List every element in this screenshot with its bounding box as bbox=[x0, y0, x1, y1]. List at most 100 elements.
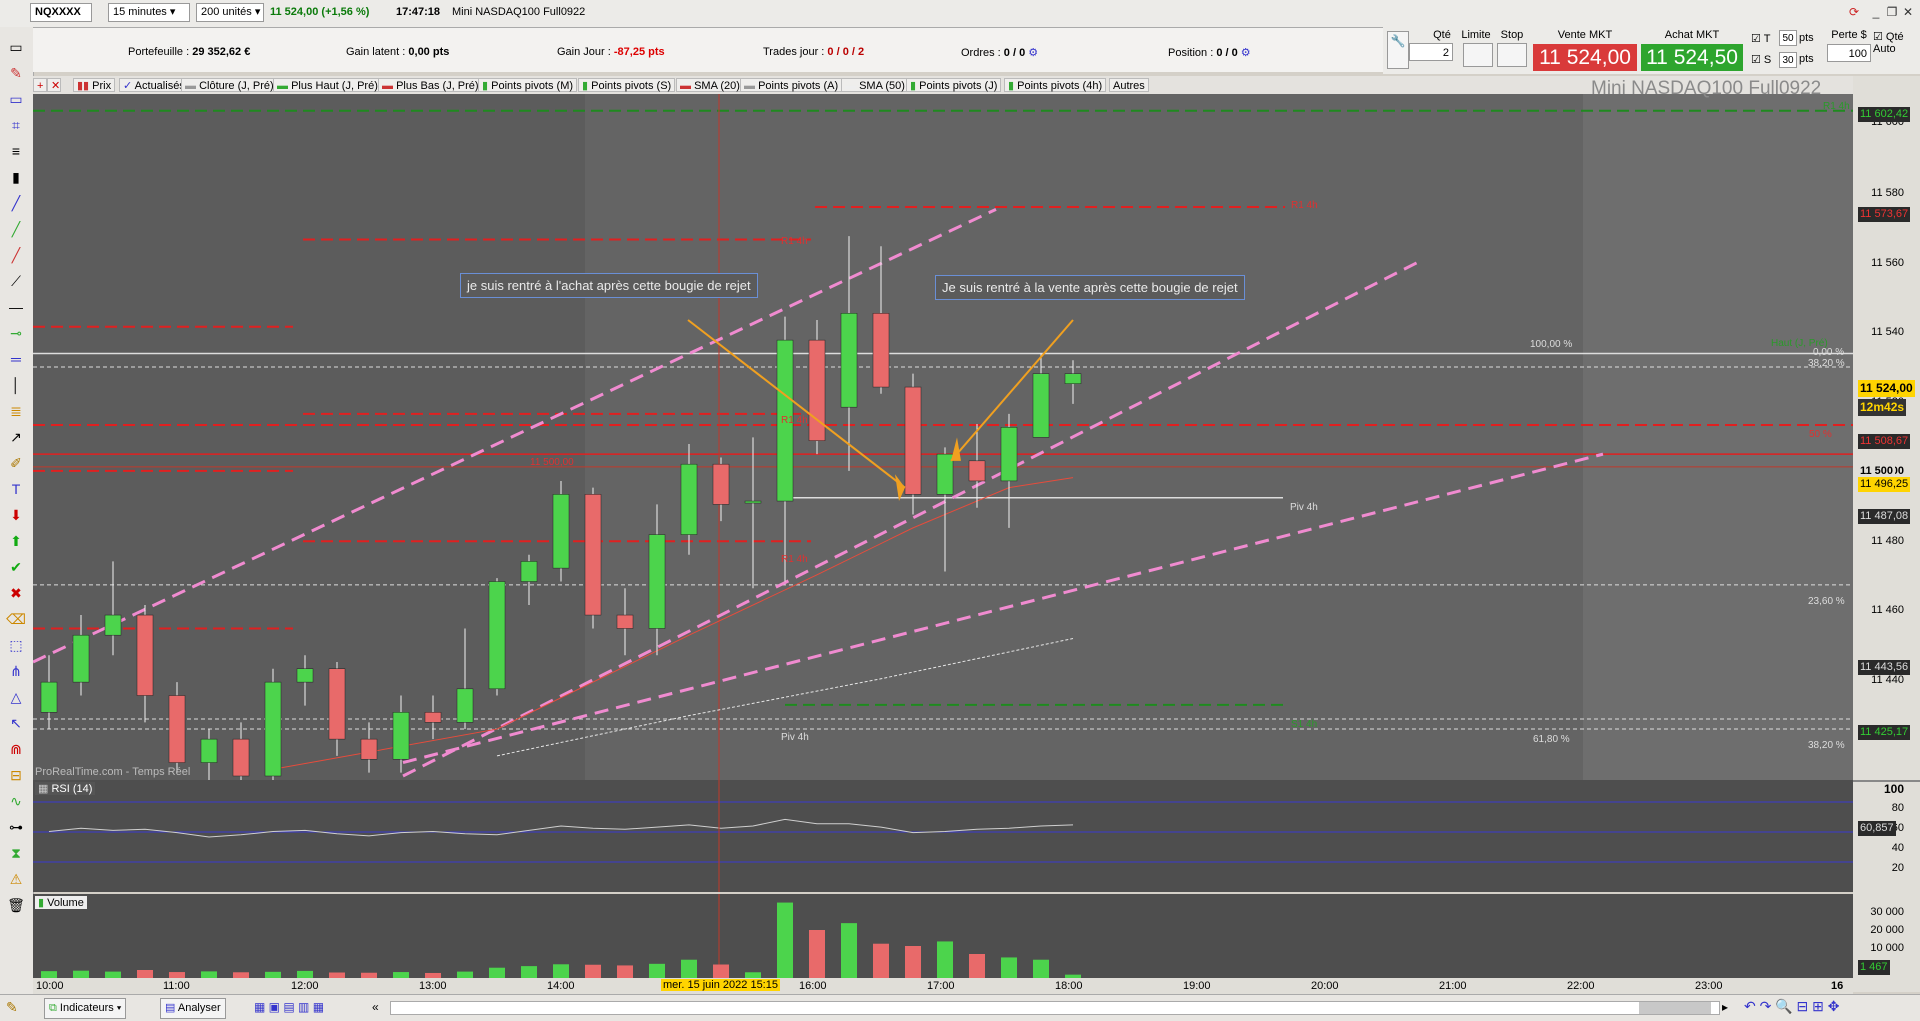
trendline-green-icon[interactable]: ╱ bbox=[6, 219, 26, 239]
scroll-left-icon[interactable]: « bbox=[372, 1000, 379, 1014]
arrow-up-icon[interactable]: ⬆ bbox=[6, 531, 26, 551]
refresh-icon[interactable]: ⟳ bbox=[1846, 4, 1862, 20]
buy-market-button[interactable]: 11 524,50 bbox=[1641, 44, 1743, 71]
scroll-right-icon[interactable]: ▸ bbox=[1722, 1000, 1728, 1014]
minimize-icon[interactable]: _ bbox=[1868, 4, 1884, 20]
vertical-line-icon[interactable]: │ bbox=[6, 375, 26, 395]
time-label: 18:00 bbox=[1055, 980, 1083, 992]
ruler-icon[interactable]: ▭ bbox=[6, 37, 26, 57]
limit-order-button[interactable] bbox=[1463, 43, 1493, 67]
horizontal-line-icon[interactable]: — bbox=[6, 297, 26, 317]
arrow-down-icon[interactable]: ⬇ bbox=[6, 505, 26, 525]
qty-input[interactable]: 2 bbox=[1409, 43, 1453, 61]
pitchfork-icon[interactable]: ⋔ bbox=[6, 661, 26, 681]
restore-icon[interactable]: ❐ bbox=[1884, 4, 1900, 20]
candle-tool-icon[interactable]: ⧗ bbox=[6, 843, 26, 863]
tab-pivots-m[interactable]: ▮ Points pivots (M) bbox=[478, 78, 578, 92]
settings-icon[interactable]: 🔧 bbox=[1387, 31, 1409, 69]
tag-r1: 11 573,67 bbox=[1858, 207, 1911, 222]
volume-bar bbox=[73, 970, 89, 978]
tab-plus-bas[interactable]: ▬ Plus Bas (J, Pré) bbox=[378, 78, 483, 92]
volume-label[interactable]: ▮ Volume bbox=[35, 896, 87, 909]
annotation-sell[interactable]: Je suis rentré à la vente après cette bo… bbox=[935, 275, 1245, 300]
channel-icon[interactable]: ═ bbox=[6, 349, 26, 369]
price-chart[interactable]: + ✕ ▮▮ Prix ✓ Actualisés ▬ Clôture (J, P… bbox=[33, 76, 1853, 780]
annotation-buy[interactable]: je suis rentré à l'achat après cette bou… bbox=[460, 273, 758, 298]
tab-prix[interactable]: ▮▮ Prix bbox=[73, 78, 116, 92]
add-indicator-icon[interactable]: + bbox=[33, 78, 47, 92]
eraser-icon[interactable]: ⌫ bbox=[6, 609, 26, 629]
tab-pivots-j[interactable]: ▮ Points pivots (J) bbox=[906, 78, 1002, 92]
trendline-red-icon[interactable]: ╱ bbox=[6, 245, 26, 265]
remove-indicator-icon[interactable]: ✕ bbox=[47, 78, 61, 92]
nav-icons[interactable]: ↶ ↷ 🔍 ⊟ ⊞ ✥ bbox=[1744, 998, 1840, 1015]
time-label: 19:00 bbox=[1183, 980, 1211, 992]
toolbar-icons[interactable]: ▦ ▣ ▤ ▥ ▦ bbox=[254, 1000, 324, 1014]
tab-pivots-s[interactable]: ▮ Points pivots (S) bbox=[578, 78, 676, 92]
pencil-icon[interactable]: ✎ bbox=[6, 999, 18, 1016]
rsi-label[interactable]: ▦ RSI (14) bbox=[35, 782, 96, 795]
bar-chart-icon[interactable]: ▮ bbox=[6, 167, 26, 187]
close-icon[interactable]: ✕ bbox=[1900, 4, 1916, 20]
ordres[interactable]: Ordres : 0 / 0 ⚙ bbox=[961, 46, 1038, 59]
link-icon[interactable]: ⊶ bbox=[6, 817, 26, 837]
line-tool-icon[interactable]: ╱ bbox=[6, 193, 26, 213]
zoom-box-icon[interactable]: ⬚ bbox=[6, 635, 26, 655]
cursor-icon[interactable]: ↖ bbox=[6, 713, 26, 733]
symbol-selector[interactable]: NQXXXX bbox=[30, 3, 92, 22]
magnet-icon[interactable]: ⋒ bbox=[6, 739, 26, 759]
fibonacci-icon[interactable]: ≡ bbox=[6, 141, 26, 161]
horizontal-green-icon[interactable]: ⊸ bbox=[6, 323, 26, 343]
tab-sma20[interactable]: ▬ SMA (20) bbox=[676, 78, 744, 92]
volume-panel[interactable]: ▮ Volume bbox=[33, 894, 1853, 978]
tab-actualises[interactable]: ✓ Actualisés bbox=[119, 78, 189, 92]
sell-market-button[interactable]: 11 524,00 bbox=[1533, 44, 1637, 71]
tag-rsi-value: 60,857 bbox=[1858, 821, 1896, 836]
instrument-name: Mini NASDAQ100 Full0922 bbox=[452, 6, 586, 18]
tab-pivots-4h[interactable]: ▮ Points pivots (4h) bbox=[1004, 78, 1107, 92]
segment-icon[interactable]: ⟋ bbox=[6, 271, 26, 291]
wave-icon[interactable]: ∿ bbox=[6, 791, 26, 811]
analyser-button[interactable]: ▤ Analyser bbox=[160, 998, 226, 1019]
stop-order-button[interactable] bbox=[1497, 43, 1527, 67]
trash-icon[interactable]: 🗑 bbox=[6, 895, 26, 915]
triangle-icon[interactable]: △ bbox=[6, 687, 26, 707]
t-checkbox[interactable]: ☑ T bbox=[1751, 32, 1770, 45]
units-selector[interactable]: 200 unités ▾ bbox=[196, 3, 264, 22]
tab-cloture[interactable]: ▬ Clôture (J, Pré) bbox=[181, 78, 278, 92]
label-s1-4h: S1 4h bbox=[1291, 719, 1318, 730]
s-checkbox[interactable]: ☑ S bbox=[1751, 53, 1771, 66]
label-fib-382: 38,20 % bbox=[1808, 358, 1845, 369]
rsi-panel[interactable]: ▦ RSI (14) bbox=[33, 780, 1853, 892]
qte-auto-input[interactable]: 100 bbox=[1827, 44, 1871, 62]
tab-pivots-a[interactable]: ▬ Points pivots (A) bbox=[740, 78, 843, 92]
lock-icon[interactable]: ⊟ bbox=[6, 765, 26, 785]
arrow-icon[interactable]: ↗ bbox=[6, 427, 26, 447]
interval-selector[interactable]: 15 minutes ▾ bbox=[108, 3, 190, 22]
candle bbox=[584, 487, 602, 629]
pencil-icon[interactable]: ✎ bbox=[6, 63, 26, 83]
position[interactable]: Position : 0 / 0 ⚙ bbox=[1168, 46, 1251, 59]
brush-icon[interactable]: ✐ bbox=[6, 453, 26, 473]
axis-label: 11 440 bbox=[1871, 674, 1904, 686]
level-icon[interactable]: ≣ bbox=[6, 401, 26, 421]
rectangle-icon[interactable]: ▭ bbox=[6, 89, 26, 109]
drawing-toolbar: ▭ ✎ ▭ ⌗ ≡ ▮ ╱ ╱ ╱ ⟋ — ⊸ ═ │ ≣ ↗ ✐ T ⬇ ⬆ … bbox=[0, 27, 34, 1020]
crop-icon[interactable]: ⌗ bbox=[6, 115, 26, 135]
tab-plus-haut[interactable]: ▬ Plus Haut (J, Pré) bbox=[273, 78, 382, 92]
time-scrollbar[interactable] bbox=[390, 1001, 1720, 1015]
volume-bar bbox=[137, 970, 153, 978]
check-icon[interactable]: ✔ bbox=[6, 557, 26, 577]
volume-bar bbox=[713, 964, 729, 978]
tab-autres[interactable]: Autres bbox=[1109, 78, 1149, 92]
t-input[interactable]: 50 bbox=[1779, 30, 1797, 46]
scrollbar-thumb[interactable] bbox=[1639, 1002, 1711, 1014]
time-axis[interactable]: 10:00 11:00 12:00 13:00 14:00 16:00 17:0… bbox=[33, 978, 1853, 994]
qte-auto-checkbox[interactable]: ☑ Qté Auto bbox=[1873, 30, 1920, 55]
cross-icon[interactable]: ✖ bbox=[6, 583, 26, 603]
tab-sma50[interactable]: ▬ SMA (50) bbox=[841, 78, 909, 92]
alert-icon[interactable]: ⚠ bbox=[6, 869, 26, 889]
s-input[interactable]: 30 bbox=[1779, 52, 1797, 68]
indicateurs-button[interactable]: ⧉ Indicateurs ▾ bbox=[44, 998, 127, 1019]
text-icon[interactable]: T bbox=[6, 479, 26, 499]
